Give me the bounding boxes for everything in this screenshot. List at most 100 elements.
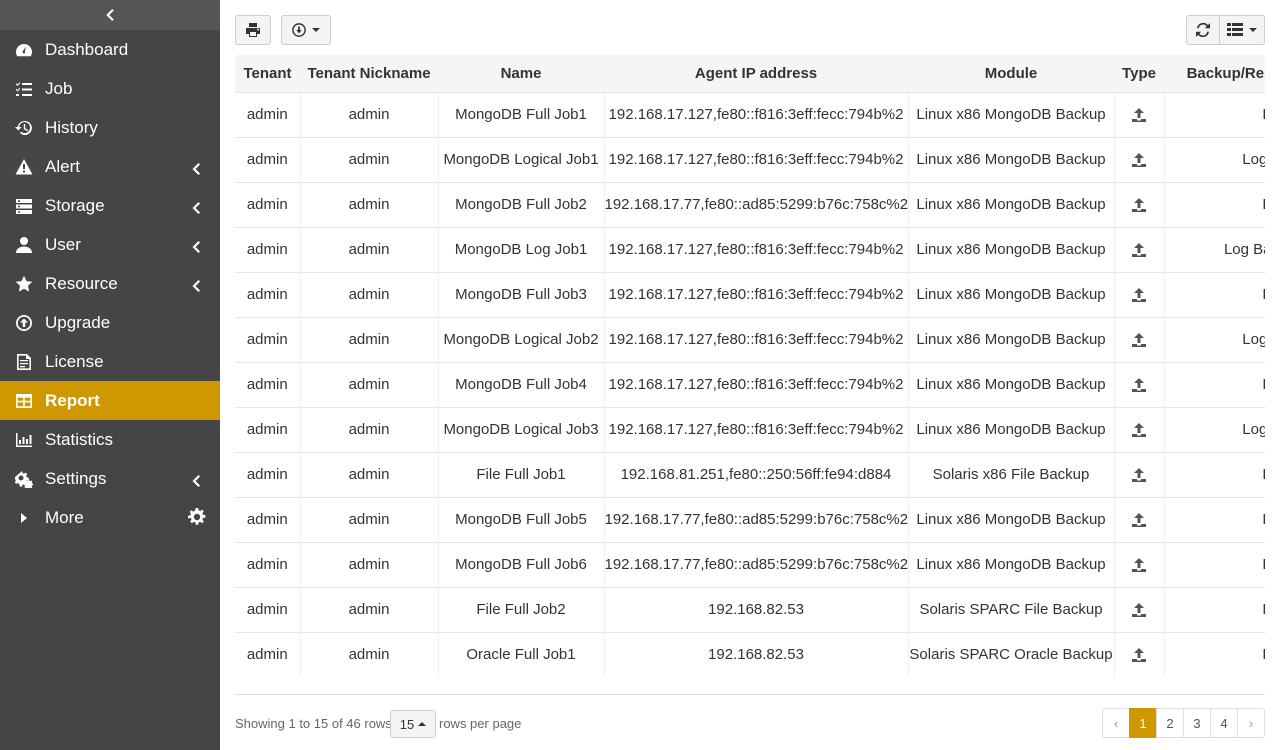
- report-table-icon: [14, 391, 34, 411]
- page-button[interactable]: 3: [1183, 708, 1211, 738]
- next-page-button[interactable]: ›: [1237, 708, 1265, 738]
- upload-icon: [1114, 451, 1165, 497]
- upload-icon: [1114, 136, 1165, 182]
- sidebar-item-label: Job: [45, 78, 73, 98]
- table-cell: admin: [235, 316, 301, 362]
- table-cell: 192.168.82.53: [604, 586, 909, 632]
- sidebar-item-report[interactable]: Report: [0, 381, 220, 420]
- table-row[interactable]: admin admin MongoDB Full Job4 192.168.17.12…: [235, 361, 1265, 407]
- table-cell: MongoDB Logical Job3: [438, 406, 605, 452]
- table-cell: Full: [1164, 541, 1265, 587]
- column-header[interactable]: Type: [1114, 55, 1164, 93]
- table-cell: Full: [1164, 361, 1265, 407]
- table-row[interactable]: admin admin MongoDB Full Job3 192.168.17.12…: [235, 271, 1265, 317]
- table-row[interactable]: admin admin MongoDB Full Job6 192.168.17.77…: [235, 541, 1265, 587]
- table-cell: admin: [235, 91, 301, 137]
- table-row[interactable]: admin admin MongoDB Log Job1 192.168.17.127…: [235, 226, 1265, 272]
- upload-icon: [1114, 361, 1165, 407]
- table-cell: Linux x86 MongoDB Backup: [908, 541, 1115, 587]
- sidebar-item-more[interactable]: More: [0, 498, 220, 537]
- table-cell: admin: [300, 91, 439, 137]
- statistics-icon: [14, 430, 34, 450]
- caret-right-icon: [14, 508, 34, 528]
- refresh-button[interactable]: [1186, 15, 1220, 45]
- column-header[interactable]: Tenant Nickname: [300, 55, 438, 93]
- table-cell: 192.168.17.127,fe80::f816:3eff:fecc:794b…: [604, 361, 909, 407]
- table-cell: admin: [235, 361, 301, 407]
- page-button[interactable]: 4: [1210, 708, 1238, 738]
- table-cell: 192.168.17.127,fe80::f816:3eff:fecc:794b…: [604, 406, 909, 452]
- table-cell: admin: [300, 631, 439, 677]
- table-cell: admin: [300, 586, 439, 632]
- sidebar-item-label: Alert: [45, 156, 80, 176]
- upload-icon: [1114, 586, 1165, 632]
- table-row[interactable]: admin admin MongoDB Full Job2 192.168.17.77…: [235, 181, 1265, 227]
- table-cell: 192.168.82.53: [604, 631, 909, 677]
- table-cell: Linux x86 MongoDB Backup: [908, 496, 1115, 542]
- column-header[interactable]: Agent IP address: [604, 55, 908, 93]
- table-row[interactable]: admin admin MongoDB Logical Job3 192.168.17…: [235, 406, 1265, 452]
- page-size-select[interactable]: 15: [390, 710, 436, 738]
- table-row[interactable]: admin admin Oracle Full Job1 192.168.82.53 S…: [235, 631, 1265, 677]
- print-button[interactable]: [235, 15, 271, 45]
- table-cell: 192.168.17.127,fe80::f816:3eff:fecc:794b…: [604, 316, 909, 362]
- table-cell: File Full Job2: [438, 586, 605, 632]
- table-row[interactable]: admin admin MongoDB Full Job1 192.168.17.12…: [235, 91, 1265, 137]
- column-header[interactable]: Module: [908, 55, 1114, 93]
- column-header[interactable]: Tenant: [235, 55, 300, 93]
- sidebar-item-history[interactable]: History: [0, 108, 220, 147]
- sidebar-item-upgrade[interactable]: Upgrade: [0, 303, 220, 342]
- table-cell: admin: [235, 271, 301, 317]
- sidebar-item-statistics[interactable]: Statistics: [0, 420, 220, 459]
- sidebar-item-storage[interactable]: Storage: [0, 186, 220, 225]
- table-row[interactable]: admin admin MongoDB Logical Job2 192.168.17…: [235, 316, 1265, 362]
- sidebar-item-license[interactable]: License: [0, 342, 220, 381]
- table-row[interactable]: admin admin MongoDB Logical Job1 192.168.17…: [235, 136, 1265, 182]
- job-list-icon: [14, 79, 34, 99]
- sidebar-item-user[interactable]: User: [0, 225, 220, 264]
- report-table-container[interactable]: Tenant Tenant Nickname Name Agent IP addres…: [235, 55, 1265, 695]
- table-row[interactable]: admin admin File Full Job2 192.168.82.53 Sol…: [235, 586, 1265, 632]
- upload-icon: [1114, 496, 1165, 542]
- sidebar-collapse-button[interactable]: [0, 0, 220, 30]
- chevron-left-icon: [192, 160, 200, 175]
- sidebar-nav: Dashboard Job History Alert Storage User Resou…: [0, 30, 220, 537]
- table-cell: admin: [300, 541, 439, 587]
- table-row[interactable]: admin admin MongoDB Full Job5 192.168.17.77…: [235, 496, 1265, 542]
- table-cell: MongoDB Full Job4: [438, 361, 605, 407]
- page-button[interactable]: 2: [1156, 708, 1184, 738]
- sidebar-item-label: More: [45, 507, 84, 527]
- column-header[interactable]: Backup/Res: [1164, 55, 1265, 93]
- previous-page-button[interactable]: ‹: [1102, 708, 1130, 738]
- sidebar-item-job[interactable]: Job: [0, 69, 220, 108]
- table-body: admin admin MongoDB Full Job1 192.168.17.12…: [235, 91, 1265, 677]
- sidebar-item-alert[interactable]: Alert: [0, 147, 220, 186]
- upload-icon: [1114, 541, 1165, 587]
- table-cell: admin: [300, 361, 439, 407]
- upload-icon: [1114, 91, 1165, 137]
- table-cell: Log Back: [1164, 226, 1265, 272]
- page-button[interactable]: 1: [1129, 708, 1157, 738]
- sidebar-item-resource[interactable]: Resource: [0, 264, 220, 303]
- pagination-info: Showing 1 to 15 of 46 rows: [235, 716, 392, 731]
- sidebar-item-label: Report: [45, 390, 100, 410]
- table-row[interactable]: admin admin File Full Job1 192.168.81.251,f…: [235, 451, 1265, 497]
- upload-icon: [1114, 406, 1165, 452]
- gear-icon[interactable]: [188, 508, 206, 526]
- columns-dropdown-button[interactable]: [1219, 15, 1265, 45]
- sidebar-item-label: User: [45, 234, 81, 254]
- table-cell: Oracle Full Job1: [438, 631, 605, 677]
- sidebar-item-settings[interactable]: Settings: [0, 459, 220, 498]
- table-cell: 192.168.17.127,fe80::f816:3eff:fecc:794b…: [604, 91, 909, 137]
- table-cell: admin: [300, 451, 439, 497]
- export-dropdown-button[interactable]: [281, 15, 331, 45]
- upload-icon: [1114, 226, 1165, 272]
- table-cell: Logica: [1164, 136, 1265, 182]
- table-cell: Linux x86 MongoDB Backup: [908, 226, 1115, 272]
- column-header[interactable]: Name: [438, 55, 604, 93]
- sidebar-item-dashboard[interactable]: Dashboard: [0, 30, 220, 69]
- table-cell: Solaris SPARC Oracle Backup: [908, 631, 1115, 677]
- chevron-left-icon: [192, 277, 200, 292]
- sidebar-item-label: License: [45, 351, 104, 371]
- table-cell: admin: [235, 631, 301, 677]
